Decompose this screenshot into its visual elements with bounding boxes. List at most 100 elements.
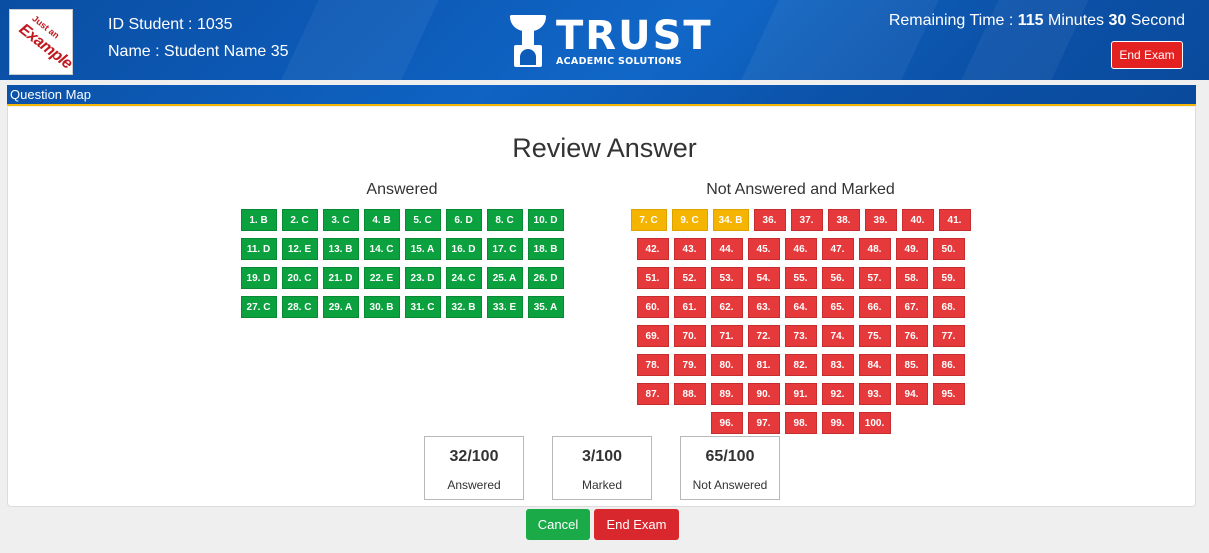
question-tile[interactable]: 94. [895, 383, 928, 405]
question-tile[interactable]: 27. C [240, 296, 277, 318]
question-tile[interactable]: 81. [747, 354, 780, 376]
question-tile[interactable]: 16. D [445, 238, 482, 260]
question-tile[interactable]: 23. D [404, 267, 441, 289]
question-tile[interactable]: 74. [821, 325, 854, 347]
question-tile[interactable]: 65. [821, 296, 854, 318]
question-tile[interactable]: 11. D [240, 238, 277, 260]
question-tile[interactable]: 57. [858, 267, 891, 289]
question-tile[interactable]: 59. [932, 267, 965, 289]
question-tile[interactable]: 61. [673, 296, 706, 318]
question-tile[interactable]: 30. B [363, 296, 400, 318]
question-tile[interactable]: 50. [932, 238, 965, 260]
question-tile[interactable]: 82. [784, 354, 817, 376]
question-tile[interactable]: 93. [858, 383, 891, 405]
question-tile[interactable]: 62. [710, 296, 743, 318]
question-tile[interactable]: 75. [858, 325, 891, 347]
question-tile[interactable]: 99. [821, 412, 854, 434]
question-tile[interactable]: 56. [821, 267, 854, 289]
question-tile[interactable]: 52. [673, 267, 706, 289]
question-tile[interactable]: 97. [747, 412, 780, 434]
question-tile[interactable]: 89. [710, 383, 743, 405]
question-tile[interactable]: 68. [932, 296, 965, 318]
question-tile[interactable]: 79. [673, 354, 706, 376]
question-tile[interactable]: 96. [710, 412, 743, 434]
question-tile[interactable]: 48. [858, 238, 891, 260]
question-tile[interactable]: 67. [895, 296, 928, 318]
question-tile[interactable]: 19. D [240, 267, 277, 289]
question-tile[interactable]: 15. A [404, 238, 441, 260]
question-tile[interactable]: 33. E [486, 296, 523, 318]
question-tile[interactable]: 28. C [281, 296, 318, 318]
question-tile[interactable]: 88. [673, 383, 706, 405]
question-tile[interactable]: 44. [710, 238, 743, 260]
end-exam-header-button[interactable]: End Exam [1111, 41, 1183, 69]
question-tile[interactable]: 76. [895, 325, 928, 347]
question-tile[interactable]: 43. [673, 238, 706, 260]
question-tile[interactable]: 66. [858, 296, 891, 318]
question-tile[interactable]: 3. C [322, 209, 359, 231]
question-tile[interactable]: 84. [858, 354, 891, 376]
question-tile[interactable]: 47. [821, 238, 854, 260]
cancel-button[interactable]: Cancel [526, 509, 590, 540]
question-tile[interactable]: 100. [858, 412, 891, 434]
question-tile[interactable]: 46. [784, 238, 817, 260]
question-tile[interactable]: 86. [932, 354, 965, 376]
question-tile[interactable]: 2. C [281, 209, 318, 231]
question-tile[interactable]: 64. [784, 296, 817, 318]
question-tile[interactable]: 60. [636, 296, 669, 318]
question-tile[interactable]: 4. B [363, 209, 400, 231]
question-tile[interactable]: 45. [747, 238, 780, 260]
question-tile[interactable]: 37. [790, 209, 823, 231]
question-tile[interactable]: 24. C [445, 267, 482, 289]
question-tile[interactable]: 90. [747, 383, 780, 405]
question-tile[interactable]: 63. [747, 296, 780, 318]
question-tile[interactable]: 5. C [404, 209, 441, 231]
question-tile[interactable]: 8. C [486, 209, 523, 231]
question-tile[interactable]: 85. [895, 354, 928, 376]
question-tile[interactable]: 77. [932, 325, 965, 347]
question-tile[interactable]: 18. B [527, 238, 564, 260]
question-tile[interactable]: 51. [636, 267, 669, 289]
question-tile[interactable]: 49. [895, 238, 928, 260]
question-tile[interactable]: 78. [636, 354, 669, 376]
question-tile[interactable]: 71. [710, 325, 743, 347]
question-tile[interactable]: 21. D [322, 267, 359, 289]
question-tile[interactable]: 7. C [630, 209, 667, 231]
question-tile[interactable]: 17. C [486, 238, 523, 260]
question-tile[interactable]: 40. [901, 209, 934, 231]
question-tile[interactable]: 25. A [486, 267, 523, 289]
question-tile[interactable]: 54. [747, 267, 780, 289]
question-tile[interactable]: 72. [747, 325, 780, 347]
question-tile[interactable]: 14. C [363, 238, 400, 260]
question-tile[interactable]: 26. D [527, 267, 564, 289]
question-tile[interactable]: 32. B [445, 296, 482, 318]
question-tile[interactable]: 1. B [240, 209, 277, 231]
question-tile[interactable]: 55. [784, 267, 817, 289]
question-tile[interactable]: 80. [710, 354, 743, 376]
question-tile[interactable]: 10. D [527, 209, 564, 231]
question-tile[interactable]: 12. E [281, 238, 318, 260]
question-tile[interactable]: 6. D [445, 209, 482, 231]
question-tile[interactable]: 29. A [322, 296, 359, 318]
question-tile[interactable]: 53. [710, 267, 743, 289]
question-tile[interactable]: 91. [784, 383, 817, 405]
question-tile[interactable]: 92. [821, 383, 854, 405]
question-tile[interactable]: 13. B [322, 238, 359, 260]
question-tile[interactable]: 39. [864, 209, 897, 231]
question-tile[interactable]: 42. [636, 238, 669, 260]
question-tile[interactable]: 69. [636, 325, 669, 347]
question-tile[interactable]: 73. [784, 325, 817, 347]
question-tile[interactable]: 22. E [363, 267, 400, 289]
question-tile[interactable]: 95. [932, 383, 965, 405]
question-tile[interactable]: 34. B [712, 209, 749, 231]
question-tile[interactable]: 70. [673, 325, 706, 347]
question-tile[interactable]: 58. [895, 267, 928, 289]
question-tile[interactable]: 98. [784, 412, 817, 434]
question-tile[interactable]: 9. C [671, 209, 708, 231]
question-tile[interactable]: 83. [821, 354, 854, 376]
question-tile[interactable]: 87. [636, 383, 669, 405]
question-tile[interactable]: 31. C [404, 296, 441, 318]
question-tile[interactable]: 41. [938, 209, 971, 231]
question-tile[interactable]: 35. A [527, 296, 564, 318]
end-exam-button[interactable]: End Exam [594, 509, 679, 540]
